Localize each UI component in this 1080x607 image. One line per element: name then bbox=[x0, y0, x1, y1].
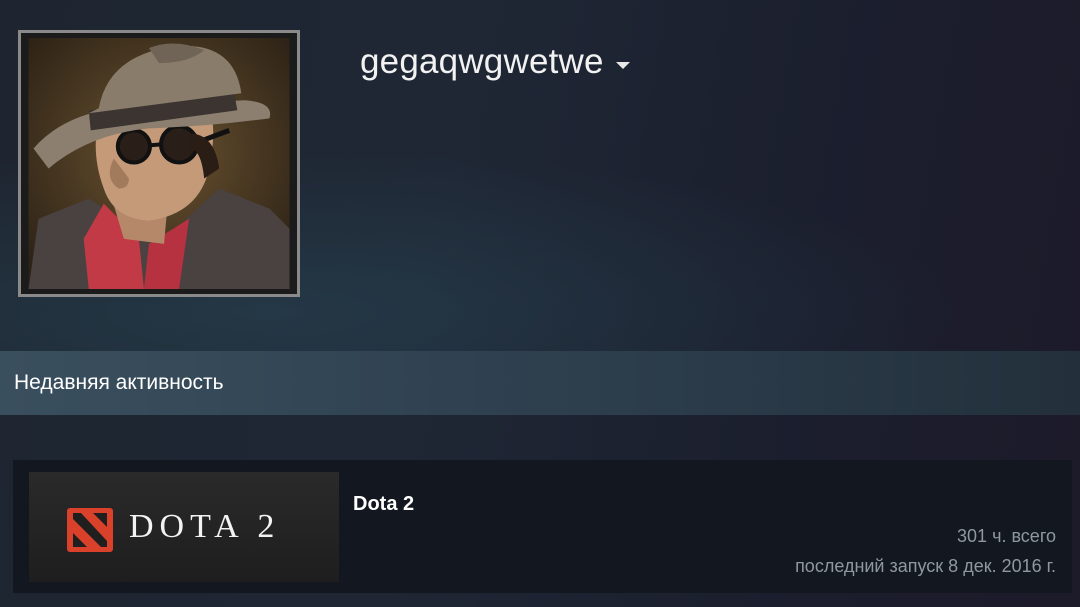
chevron-down-icon[interactable] bbox=[615, 57, 630, 75]
game-activity-card: DOTA 2 Dota 2 301 ч. всего последний зап… bbox=[13, 460, 1072, 593]
hours-played: 301 ч. всего bbox=[957, 526, 1056, 546]
game-banner[interactable]: DOTA 2 bbox=[29, 472, 339, 582]
last-played: последний запуск 8 дек. 2016 г. bbox=[795, 556, 1056, 576]
username: gegaqwgwetwe bbox=[360, 42, 604, 81]
username-dropdown[interactable]: gegaqwgwetwe bbox=[360, 42, 630, 82]
dota-logo-icon bbox=[67, 508, 113, 557]
game-name-link[interactable]: Dota 2 bbox=[353, 493, 414, 516]
avatar[interactable] bbox=[18, 30, 300, 297]
section-title: Недавняя активность bbox=[14, 371, 224, 394]
avatar-image bbox=[21, 33, 297, 294]
recent-activity-header: Недавняя активность bbox=[0, 351, 1080, 415]
sniper-character-icon bbox=[28, 38, 290, 289]
dota-logo-text: DOTA 2 bbox=[129, 508, 281, 545]
